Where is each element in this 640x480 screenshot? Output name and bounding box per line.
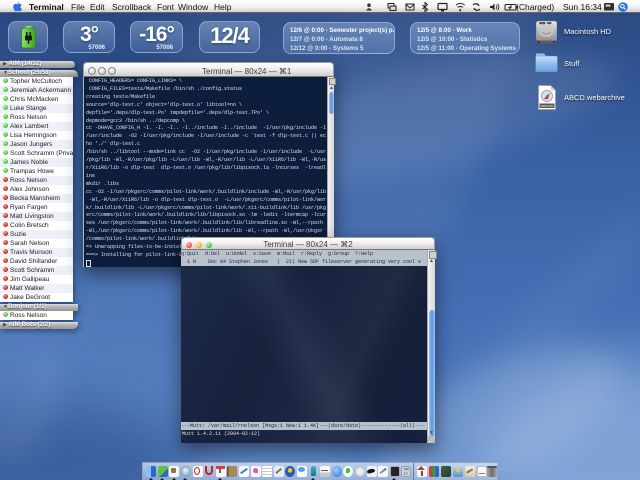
svg-text:ARCHIVE: ARCHIVE bbox=[541, 104, 554, 108]
